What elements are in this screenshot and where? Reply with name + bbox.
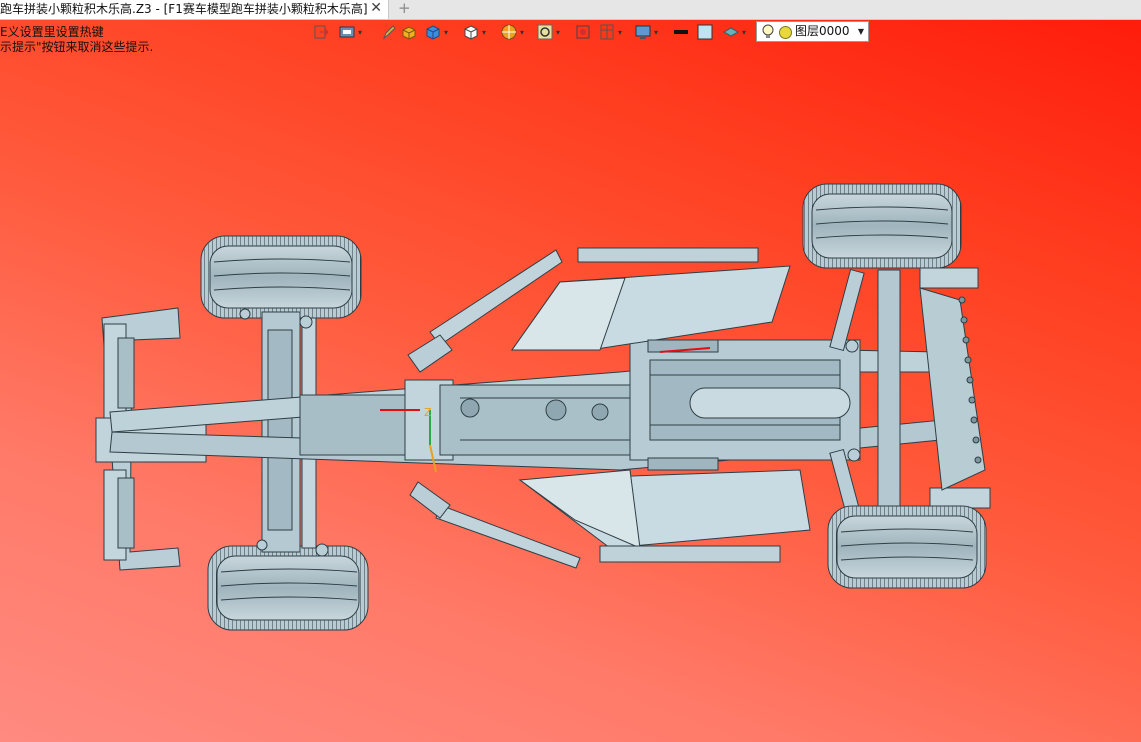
light-bulb-icon[interactable] (761, 24, 775, 46)
front-left-tire (802, 183, 962, 269)
close-icon[interactable]: ✕ (370, 0, 382, 17)
3d-viewport[interactable]: Z (0, 20, 1141, 742)
rear-left-tire (200, 235, 362, 319)
layer-name: 图层0000 (795, 24, 850, 38)
layer-select[interactable]: 图层0000 ▼ (756, 21, 869, 42)
document-tab[interactable]: 跑车拼装小颗粒积木乐高.Z3 - [F1赛车模型跑车拼装小颗粒积木乐高] ✕ (0, 0, 389, 19)
f1-car-model: Z (95, 183, 991, 631)
cube-blue-icon[interactable]: ▾ (424, 22, 448, 42)
display-settings-icon[interactable]: ▾ (634, 22, 658, 42)
fit-view-icon[interactable] (574, 22, 592, 42)
shaded-solid-icon[interactable] (400, 22, 418, 42)
face-color-icon[interactable] (696, 22, 714, 42)
render-style-icon[interactable]: ▾ (500, 22, 524, 42)
exit-sketch-icon[interactable] (312, 22, 330, 42)
view-mode-icon[interactable]: ▾ (338, 22, 362, 42)
chevron-down-icon[interactable]: ▼ (858, 22, 864, 41)
rear-right-tire (207, 545, 369, 631)
new-tab-icon[interactable]: + (398, 0, 411, 18)
pen-icon[interactable] (380, 22, 398, 42)
hint-line-2: 示提示"按钮来取消这些提示. (0, 40, 154, 54)
cube-white-icon[interactable]: ▾ (462, 22, 486, 42)
axis-z-label: Z (424, 406, 432, 419)
material-icon[interactable]: ▾ (722, 22, 746, 42)
zoom-view-icon[interactable]: ▾ (536, 22, 560, 42)
front-right-tire (827, 505, 987, 589)
section-view-icon[interactable]: ▾ (598, 22, 622, 42)
document-tab-title: 跑车拼装小颗粒积木乐高.Z3 - [F1赛车模型跑车拼装小颗粒积木乐高] (0, 2, 368, 16)
document-tab-bar: 跑车拼装小颗粒积木乐高.Z3 - [F1赛车模型跑车拼装小颗粒积木乐高] ✕ + (0, 0, 1141, 20)
hint-line-1: E义设置里设置热键 (0, 25, 104, 39)
layer-color-swatch (779, 26, 792, 39)
line-color-icon[interactable] (672, 22, 690, 42)
